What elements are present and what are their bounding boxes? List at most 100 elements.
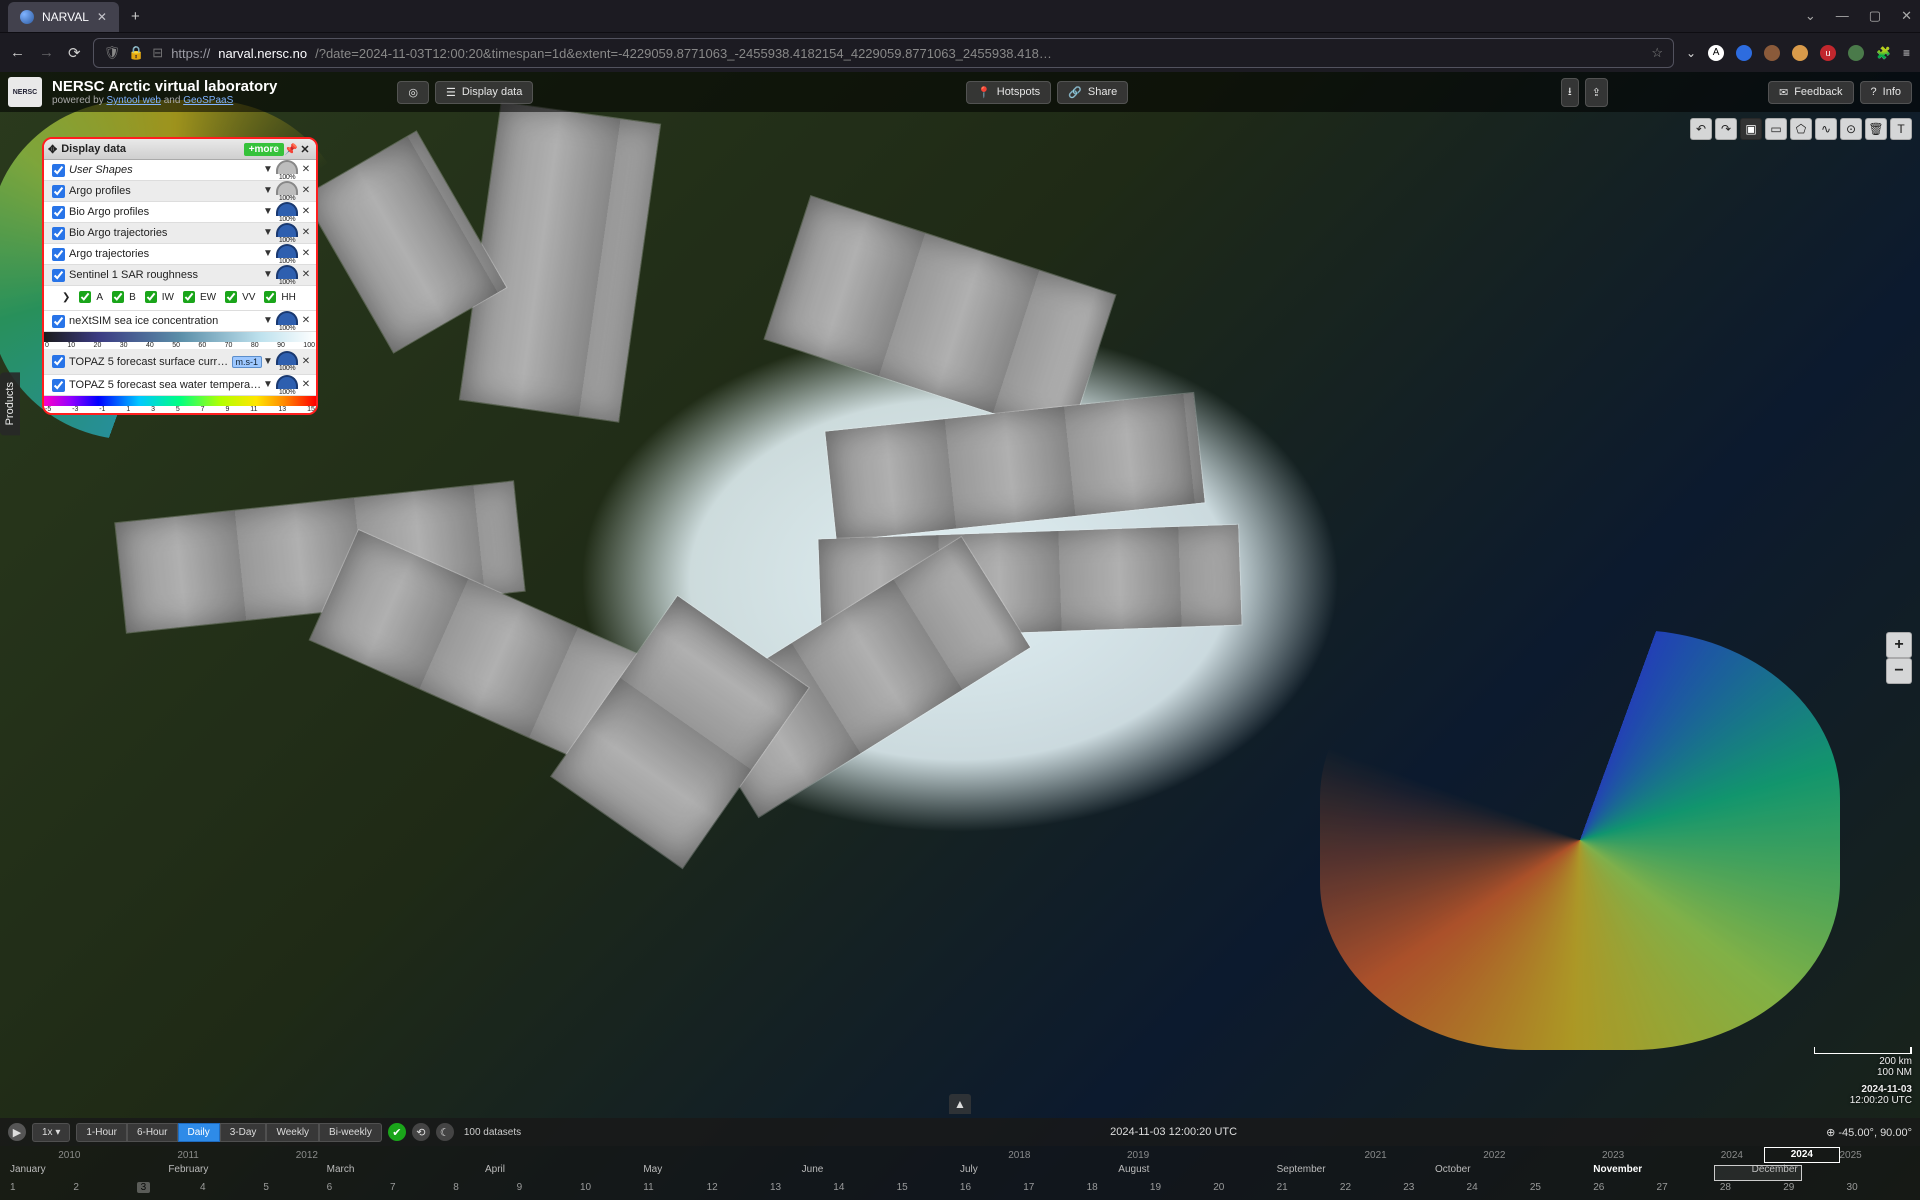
draw-point-icon[interactable]: ⊙ xyxy=(1840,118,1862,140)
back-icon[interactable]: ← xyxy=(10,44,25,62)
month-tick[interactable]: February xyxy=(168,1164,326,1182)
year-tick[interactable]: 2019 xyxy=(1079,1150,1198,1161)
sar-opt[interactable]: HH xyxy=(260,288,295,306)
day-tick[interactable]: 10 xyxy=(580,1182,643,1200)
timespan-pill[interactable]: Bi-weekly xyxy=(319,1123,382,1142)
day-tick[interactable]: 24 xyxy=(1467,1182,1530,1200)
day-tick[interactable]: 22 xyxy=(1340,1182,1403,1200)
bookmark-icon[interactable]: ☆ xyxy=(1651,45,1663,61)
undo-icon[interactable]: ↶ xyxy=(1690,118,1712,140)
day-tick[interactable]: 20 xyxy=(1213,1182,1276,1200)
remove-icon[interactable]: ✕ xyxy=(300,206,312,218)
opacity-arc-icon[interactable] xyxy=(276,202,298,216)
layer-row[interactable]: Bio Argo profiles▼100%✕ xyxy=(44,202,316,223)
chevron-down-icon[interactable]: ⌄ xyxy=(1805,8,1816,24)
day-tick[interactable]: 7 xyxy=(390,1182,453,1200)
play-button[interactable]: ▶ xyxy=(8,1123,26,1141)
close-icon[interactable]: ✕ xyxy=(298,143,312,156)
feedback-button[interactable]: ✉Feedback xyxy=(1768,81,1854,104)
layer-row[interactable]: Bio Argo trajectories▼100%✕ xyxy=(44,223,316,244)
layer-row[interactable]: TOPAZ 5 forecast surface current streaml… xyxy=(44,349,316,375)
menu-icon[interactable]: ≡ xyxy=(1903,46,1910,60)
unit-badge[interactable]: m.s-1 xyxy=(232,356,263,368)
new-tab-icon[interactable]: + xyxy=(131,8,140,25)
draw-line-icon[interactable]: ∿ xyxy=(1815,118,1837,140)
opacity-arc-icon[interactable] xyxy=(276,265,298,279)
info-button[interactable]: ?Info xyxy=(1860,81,1912,104)
day-tick[interactable]: 4 xyxy=(200,1182,263,1200)
link-geospaas[interactable]: GeoSPaaS xyxy=(183,95,233,106)
day-tick[interactable]: 13 xyxy=(770,1182,833,1200)
filter-icon[interactable]: ▼ xyxy=(262,206,274,218)
sar-opt[interactable]: B xyxy=(108,288,136,306)
home-button[interactable]: ◎ xyxy=(397,81,429,104)
zoom-out-icon[interactable]: − xyxy=(1886,658,1912,684)
ext-icon-6[interactable] xyxy=(1848,45,1864,61)
chevron-right-icon[interactable]: ❯ xyxy=(62,292,70,303)
day-tick[interactable]: 25 xyxy=(1530,1182,1593,1200)
day-tick[interactable]: 5 xyxy=(263,1182,326,1200)
confirm-icon[interactable]: ✔ xyxy=(388,1123,406,1141)
nersc-logo[interactable]: NERSC xyxy=(8,77,42,107)
minimize-icon[interactable]: — xyxy=(1836,8,1849,24)
timespan-pill[interactable]: 6-Hour xyxy=(127,1123,178,1142)
opacity-arc-icon[interactable] xyxy=(276,244,298,258)
year-tick[interactable]: 2010 xyxy=(10,1150,129,1161)
remove-icon[interactable]: ✕ xyxy=(300,356,312,368)
month-tick[interactable]: October xyxy=(1435,1164,1593,1182)
remove-icon[interactable]: ✕ xyxy=(300,269,312,281)
layer-checkbox[interactable] xyxy=(52,164,65,177)
url-bar[interactable]: 🛡 🔒 ⊟ https://narval.nersc.no/?date=2024… xyxy=(93,38,1674,68)
filter-icon[interactable]: ▼ xyxy=(262,269,274,281)
layer-checkbox[interactable] xyxy=(52,269,65,282)
month-tick[interactable]: July xyxy=(960,1164,1118,1182)
month-tick[interactable]: May xyxy=(643,1164,801,1182)
layer-row[interactable]: Argo profiles▼100%✕ xyxy=(44,181,316,202)
filter-icon[interactable]: ▼ xyxy=(262,315,274,327)
remove-icon[interactable]: ✕ xyxy=(300,315,312,327)
month-tick[interactable]: January xyxy=(10,1164,168,1182)
day-tick[interactable]: 18 xyxy=(1087,1182,1150,1200)
day-tick[interactable]: 28 xyxy=(1720,1182,1783,1200)
filter-icon[interactable]: ▼ xyxy=(262,379,274,391)
day-tick[interactable]: 8 xyxy=(453,1182,516,1200)
layer-checkbox[interactable] xyxy=(52,315,65,328)
year-tick[interactable]: 2011 xyxy=(129,1150,248,1161)
close-window-icon[interactable]: ✕ xyxy=(1901,8,1912,24)
sar-opt[interactable]: VV xyxy=(221,288,255,306)
move-icon[interactable]: ✥ xyxy=(48,143,57,156)
day-tick[interactable]: 21 xyxy=(1277,1182,1340,1200)
day-tick[interactable]: 23 xyxy=(1403,1182,1466,1200)
link-syntool[interactable]: Syntool web xyxy=(106,95,160,106)
month-tick[interactable]: April xyxy=(485,1164,643,1182)
year-tick[interactable]: 2012 xyxy=(248,1150,367,1161)
close-tab-icon[interactable]: ✕ xyxy=(97,10,107,24)
day-tick[interactable]: 11 xyxy=(643,1182,706,1200)
timespan-pill[interactable]: Daily xyxy=(178,1123,220,1142)
year-tick[interactable]: 2018 xyxy=(960,1150,1079,1161)
day-tick[interactable]: 30 xyxy=(1847,1182,1910,1200)
day-tick[interactable]: 17 xyxy=(1023,1182,1086,1200)
day-tick[interactable]: 6 xyxy=(327,1182,390,1200)
timeline-expand-icon[interactable]: ▲ xyxy=(949,1094,971,1114)
year-tick[interactable]: 2021 xyxy=(1316,1150,1435,1161)
remove-icon[interactable]: ✕ xyxy=(300,248,312,260)
share-button[interactable]: 🔗Share xyxy=(1057,81,1128,104)
remove-icon[interactable]: ✕ xyxy=(300,227,312,239)
day-tick[interactable]: 2 xyxy=(73,1182,136,1200)
day-tick[interactable]: 12 xyxy=(707,1182,770,1200)
sar-opt[interactable]: A xyxy=(75,288,103,306)
ext-icon-5[interactable]: u xyxy=(1820,45,1836,61)
day-tick[interactable]: 29 xyxy=(1783,1182,1846,1200)
products-tab[interactable]: Products xyxy=(0,372,20,435)
remove-icon[interactable]: ✕ xyxy=(300,379,312,391)
timeline[interactable]: 2010201120122018201920212022202320242025… xyxy=(0,1146,1920,1200)
year-tick[interactable]: 2023 xyxy=(1554,1150,1673,1161)
timespan-pill[interactable]: 1-Hour xyxy=(76,1123,127,1142)
month-tick[interactable]: August xyxy=(1118,1164,1276,1182)
export-button[interactable]: ⇪ xyxy=(1585,78,1608,107)
browser-tab[interactable]: NARVAL ✕ xyxy=(8,2,119,32)
display-data-button[interactable]: ☰Display data xyxy=(435,81,533,104)
layer-row[interactable]: Argo trajectories▼100%✕ xyxy=(44,244,316,265)
filter-icon[interactable]: ▼ xyxy=(262,185,274,197)
